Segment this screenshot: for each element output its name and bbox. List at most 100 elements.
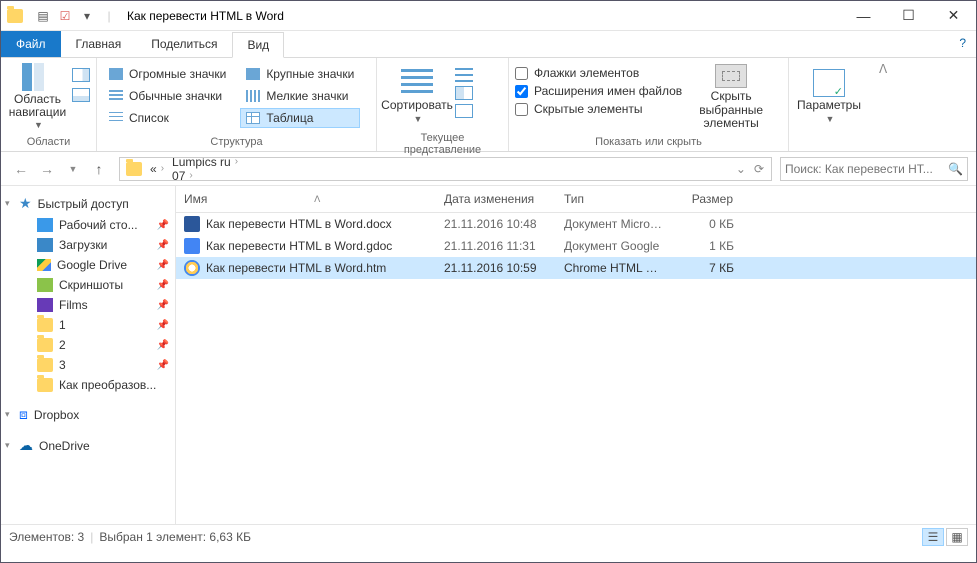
add-columns-icon[interactable] [455,86,473,100]
tab-home[interactable]: Главная [61,31,137,57]
column-header-type[interactable]: Тип [556,186,672,212]
back-button[interactable]: ← [9,157,33,181]
file-list: Имяᐱ Дата изменения Тип Размер Как перев… [176,186,976,524]
refresh-icon[interactable]: ⟳ [751,162,767,176]
breadcrumb-segment[interactable]: Lumpics ru› [168,157,340,169]
layout-medium-icons[interactable]: Обычные значки [103,86,232,106]
preview-pane-icon[interactable] [72,68,90,82]
file-icon [184,216,200,232]
breadcrumb-segment[interactable]: 07› [168,169,340,181]
file-row[interactable]: Как перевести HTML в Word.docx21.11.2016… [176,213,976,235]
sidebar-dropbox[interactable]: ⧈ Dropbox [1,403,175,426]
qat-dropdown-icon[interactable]: ▾ [77,6,97,26]
sidebar-item[interactable]: Films📌 [1,295,175,315]
window-title: Как перевести HTML в Word [127,9,284,23]
address-dropdown-icon[interactable]: ⌄ [733,162,749,176]
tab-view[interactable]: Вид [232,32,284,58]
onedrive-icon: ☁ [19,437,33,454]
ribbon: Область навигации ▼ Области Огромные зна… [1,57,976,152]
column-header-name[interactable]: Имяᐱ [176,186,436,212]
checkbox-item-checkboxes[interactable]: Флажки элементов [515,66,682,80]
layout-table[interactable]: Таблица [240,108,360,128]
pin-icon: 📌 [157,320,169,331]
sidebar-item[interactable]: Google Drive📌 [1,255,175,275]
status-item-count: Элементов: 3 [9,530,84,544]
sidebar-item[interactable]: Рабочий сто...📌 [1,215,175,235]
pin-icon: 📌 [157,240,169,251]
search-icon: 🔍 [948,162,963,176]
column-headers: Имяᐱ Дата изменения Тип Размер [176,186,976,213]
folder-icon [37,358,53,372]
address-bar[interactable]: «› Google Drive›Работа›Lumpics ru›07›20›… [119,157,772,181]
help-icon[interactable]: ? [949,31,976,57]
group-panes-label: Области [7,134,90,151]
chevron-down-icon: ▼ [414,115,423,125]
folder-icon [37,238,53,252]
status-bar: Элементов: 3 | Выбран 1 элемент: 6,63 КБ… [1,524,976,548]
sidebar-onedrive[interactable]: ☁ OneDrive [1,434,175,457]
forward-button[interactable]: → [35,157,59,181]
pin-icon: 📌 [157,300,169,311]
address-bar-row: ← → ▼ ↑ «› Google Drive›Работа›Lumpics r… [1,152,976,186]
minimize-button[interactable]: ― [841,1,886,31]
pin-icon: 📌 [157,340,169,351]
sidebar-item[interactable]: Скриншоты📌 [1,275,175,295]
folder-icon [37,218,53,232]
layout-huge-icons[interactable]: Огромные значки [103,64,232,84]
sidebar-item[interactable]: Как преобразов... [1,375,175,395]
dropbox-icon: ⧈ [19,406,28,423]
sort-button[interactable]: Сортировать ▼ [383,64,451,130]
nav-pane-label: Область навигации [7,93,68,119]
group-layout-label: Структура [103,134,370,151]
pin-icon: 📌 [157,260,169,271]
qat-properties-icon[interactable]: ▤ [33,6,53,26]
maximize-button[interactable]: ☐ [886,1,931,31]
pin-icon: 📌 [157,220,169,231]
collapse-ribbon-icon[interactable]: ᐱ [871,58,895,80]
layout-small-icons[interactable]: Мелкие значки [240,86,360,106]
file-row[interactable]: Как перевести HTML в Word.htm21.11.2016 … [176,257,976,279]
sidebar-item[interactable]: 1📌 [1,315,175,335]
hide-selected-button[interactable]: Скрыть выбранные элементы [686,64,776,130]
view-details-button[interactable]: ☰ [922,528,944,546]
recent-dropdown-icon[interactable]: ▼ [61,157,85,181]
view-icons-button[interactable]: ▦ [946,528,968,546]
fit-columns-icon[interactable] [455,104,473,118]
column-header-date[interactable]: Дата изменения [436,186,556,212]
sidebar-item[interactable]: 3📌 [1,355,175,375]
status-selection: Выбран 1 элемент: 6,63 КБ [99,530,251,544]
column-header-size[interactable]: Размер [672,186,742,212]
breadcrumb-overflow[interactable]: «› [146,162,168,176]
folder-icon [7,9,23,23]
tab-share[interactable]: Поделиться [136,31,232,57]
checkbox-file-extensions[interactable]: Расширения имен файлов [515,84,682,98]
up-button[interactable]: ↑ [87,157,111,181]
star-icon: ★ [19,195,32,212]
search-input[interactable] [785,162,948,176]
group-view-label: Текущее представление [383,130,502,159]
file-row[interactable]: Как перевести HTML в Word.gdoc21.11.2016… [176,235,976,257]
navigation-pane-button[interactable]: Область навигации ▼ [7,64,68,130]
sidebar-item[interactable]: Загрузки📌 [1,235,175,255]
search-box[interactable]: 🔍 [780,157,968,181]
group-by-icon[interactable] [455,68,473,82]
file-icon [184,260,200,276]
sort-asc-icon: ᐱ [314,194,320,205]
checkbox-hidden-items[interactable]: Скрытые элементы [515,102,682,116]
folder-icon [37,378,53,392]
folder-icon [37,318,53,332]
file-icon [184,238,200,254]
qat-checkbox-icon[interactable]: ☑ [55,6,75,26]
options-button[interactable]: Параметры ▼ [795,64,863,130]
sidebar-item[interactable]: 2📌 [1,335,175,355]
qat-separator: | [99,6,119,26]
chevron-down-icon: ▼ [826,115,835,125]
details-pane-icon[interactable] [72,88,90,102]
sidebar-quick-access[interactable]: ★ Быстрый доступ [1,192,175,215]
layout-list[interactable]: Список [103,108,232,128]
tab-file[interactable]: Файл [1,31,61,57]
title-bar: ▤ ☑ ▾ | Как перевести HTML в Word ― ☐ ✕ [1,1,976,31]
pin-icon: 📌 [157,360,169,371]
close-button[interactable]: ✕ [931,1,976,31]
layout-big-icons[interactable]: Крупные значки [240,64,360,84]
